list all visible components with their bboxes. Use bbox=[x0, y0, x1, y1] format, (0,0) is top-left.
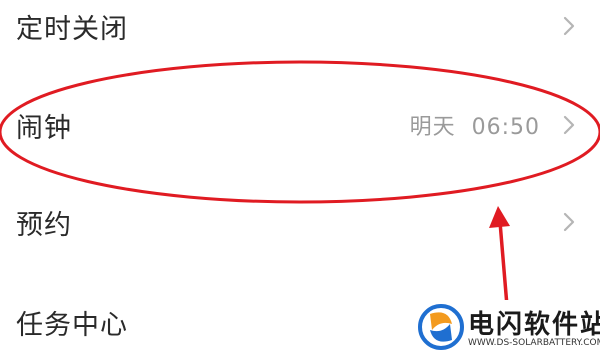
menu-item-label: 闹钟 bbox=[16, 112, 72, 144]
chevron-right-icon bbox=[562, 212, 576, 232]
chevron-right-icon bbox=[562, 115, 576, 135]
watermark-logo: 电闪软件站 WWW.DS-SOLARBATTERY.COM bbox=[408, 300, 600, 358]
menu-item-timer-close[interactable]: 定时关闭 bbox=[0, 0, 600, 56]
chevron-right-icon bbox=[562, 16, 576, 36]
alarm-time-value: 明天 06:50 bbox=[409, 115, 540, 140]
menu-item-label: 定时关闭 bbox=[16, 13, 128, 45]
watermark-url: WWW.DS-SOLARBATTERY.COM bbox=[468, 338, 600, 348]
menu-item-label: 预约 bbox=[16, 209, 72, 241]
menu-item-alarm[interactable]: 闹钟 明天 06:50 bbox=[0, 95, 600, 155]
watermark-title: 电闪软件站 bbox=[468, 310, 600, 340]
settings-screen: 定时关闭 闹钟 明天 06:50 预约 任务中心 电闪软件站 WWW.DS-SO… bbox=[0, 0, 600, 358]
menu-item-reservation[interactable]: 预约 bbox=[0, 192, 600, 252]
brand-logo-icon bbox=[418, 304, 464, 350]
menu-item-label: 任务中心 bbox=[16, 309, 128, 341]
